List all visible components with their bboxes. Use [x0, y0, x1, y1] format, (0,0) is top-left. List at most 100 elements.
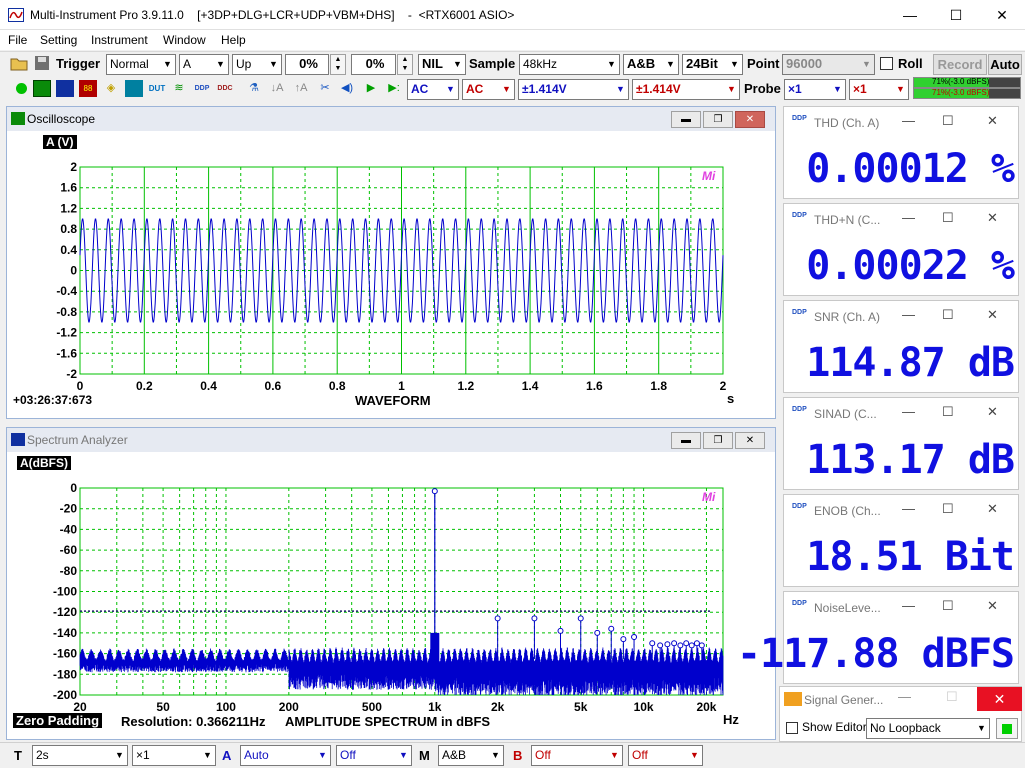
- text-a-icon[interactable]: ↓A: [268, 80, 286, 97]
- close-button[interactable]: ✕: [979, 0, 1025, 30]
- oscilloscope-icon[interactable]: [33, 80, 51, 97]
- time-multiplier-select[interactable]: ×1 ▼: [132, 745, 216, 766]
- menu-window[interactable]: Window: [163, 33, 206, 47]
- range-b-select[interactable]: ±1.414V ▼: [632, 79, 740, 100]
- meter-minimize-button[interactable]: —: [902, 210, 915, 225]
- menu-file[interactable]: File: [8, 33, 27, 47]
- minimize-button[interactable]: —: [887, 0, 933, 30]
- coupling-a-select[interactable]: AC ▼: [407, 79, 459, 100]
- meter-close-button[interactable]: ✕: [987, 598, 998, 614]
- auto-button[interactable]: Auto: [988, 54, 1022, 75]
- trigger-channel-select[interactable]: A ▼: [179, 54, 229, 75]
- meter-close-button[interactable]: ✕: [987, 501, 998, 517]
- maximize-button[interactable]: ☐: [933, 0, 979, 30]
- channels-select[interactable]: A&B ▼: [623, 54, 679, 75]
- channel-a-scale-select[interactable]: Auto ▼: [240, 745, 331, 766]
- meter-value: 18.51 Bit: [806, 534, 1015, 580]
- trigger-level-field[interactable]: 0%: [285, 54, 329, 75]
- play-icon[interactable]: ▶: [362, 80, 380, 97]
- meter-maximize-button[interactable]: ☐: [942, 501, 954, 517]
- spectrum-x-tick-label: 500: [362, 700, 382, 714]
- meter-close-button[interactable]: ✕: [987, 404, 998, 420]
- scope-y-tick-label: 0: [70, 264, 77, 278]
- bit-depth-select[interactable]: 24Bit ▼: [682, 54, 743, 75]
- meter-maximize-button[interactable]: ☐: [942, 307, 954, 323]
- siggen-close-button[interactable]: ✕: [977, 687, 1022, 711]
- run-indicator-icon[interactable]: [12, 80, 30, 97]
- signal-generator-icon[interactable]: ≋: [170, 80, 188, 97]
- meter-close-button[interactable]: ✕: [987, 113, 998, 129]
- meter-minimize-button[interactable]: —: [902, 598, 915, 613]
- probe-tool-icon[interactable]: ✂: [316, 80, 334, 97]
- channel-a-label: A: [222, 748, 232, 763]
- spectrum-window: Spectrum Analyzer ▬ ❐ ✕ 0 -20 -40 -60 -80 -10…: [6, 427, 776, 740]
- points-select[interactable]: 96000 ▼: [782, 54, 875, 75]
- trigger-delay-field[interactable]: 0%: [351, 54, 396, 75]
- speaker-icon[interactable]: ◀): [338, 80, 356, 97]
- meter-1: DDP THD+N (C... — ☐ ✕ 0.00022 %: [783, 203, 1019, 296]
- save-icon[interactable]: [34, 55, 50, 71]
- trigger-delay-spinner[interactable]: ▲ ▼: [397, 54, 413, 75]
- spectrum-chart[interactable]: 0-20-40-60-80-100-120-140-160-180-20020 5…: [7, 428, 777, 741]
- channel-b-scale-select[interactable]: Off ▼: [531, 745, 623, 766]
- lab-flask-icon[interactable]: ⚗: [245, 80, 263, 97]
- menu-instrument[interactable]: Instrument: [91, 33, 148, 47]
- dut-icon[interactable]: DUT: [148, 80, 166, 97]
- ddp-icon[interactable]: DDP: [193, 80, 211, 97]
- meter-maximize-button[interactable]: ☐: [942, 210, 954, 226]
- text-a-up-icon[interactable]: ↑A: [292, 80, 310, 97]
- spectrum-y-tick-label: -80: [60, 564, 78, 578]
- siggen-minimize-button[interactable]: —: [898, 689, 911, 704]
- scope-y-tick-label: -1.2: [56, 326, 77, 340]
- multimeter-icon[interactable]: 88: [79, 80, 97, 97]
- record-button[interactable]: Record: [933, 54, 987, 75]
- channel-a-offset-select[interactable]: Off ▼: [336, 745, 412, 766]
- scope-x-tick-label: 0: [77, 379, 84, 393]
- trigger-edge-select[interactable]: Up ▼: [232, 54, 282, 75]
- meter-minimize-button[interactable]: —: [902, 307, 915, 322]
- siggen-run-button[interactable]: [996, 718, 1018, 739]
- meter-maximize-button[interactable]: ☐: [942, 598, 954, 614]
- math-mode-select[interactable]: A&B ▼: [438, 745, 504, 766]
- loopback-select[interactable]: No Loopback ▼: [866, 718, 990, 739]
- meter-value: 0.00022 %: [806, 243, 1015, 289]
- phase-icon[interactable]: ◈: [102, 80, 120, 97]
- roll-checkbox[interactable]: [880, 57, 893, 70]
- open-folder-icon[interactable]: [10, 55, 28, 71]
- spectrum-x-tick-label: 20: [73, 700, 87, 714]
- ddc-icon[interactable]: DDC: [216, 80, 234, 97]
- probe-b-select[interactable]: ×1 ▼: [849, 79, 909, 100]
- spectrum-x-tick-label: 2k: [491, 700, 505, 714]
- play-once-icon[interactable]: ▶:: [385, 80, 403, 97]
- meter-close-button[interactable]: ✕: [987, 210, 998, 226]
- nil-select[interactable]: NIL ▼: [418, 54, 466, 75]
- meter-maximize-button[interactable]: ☐: [942, 404, 954, 420]
- meter-minimize-button[interactable]: —: [902, 501, 915, 516]
- menu-setting[interactable]: Setting: [40, 33, 77, 47]
- timebase-label: T: [14, 748, 22, 763]
- probe-a-select[interactable]: ×1 ▼: [784, 79, 846, 100]
- trigger-mode-select[interactable]: Normal ▼: [106, 54, 176, 75]
- siggen-maximize-button[interactable]: ☐: [946, 689, 958, 705]
- meter-maximize-button[interactable]: ☐: [942, 113, 954, 129]
- meter-title: NoiseLeve...: [814, 601, 881, 615]
- spectrum-unit-label: A(dBFS): [17, 456, 71, 470]
- spectrum-fundamental-marker: [431, 488, 438, 495]
- oscilloscope-chart[interactable]: 21.61.20.80.40-0.4-0.8-1.2-1.6-20 0.2 0.4 0…: [7, 107, 777, 420]
- menu-help[interactable]: Help: [221, 33, 246, 47]
- timebase-select[interactable]: 2s ▼: [32, 745, 128, 766]
- point-label: Point: [747, 56, 780, 71]
- meter-minimize-button[interactable]: —: [902, 404, 915, 419]
- scope-x-tick-label: 1.8: [650, 379, 667, 393]
- channel-b-offset-select[interactable]: Off ▼: [628, 745, 703, 766]
- coupling-b-select[interactable]: AC ▼: [462, 79, 515, 100]
- meter-minimize-button[interactable]: —: [902, 113, 915, 128]
- meter-close-button[interactable]: ✕: [987, 307, 998, 323]
- trigger-level-spinner[interactable]: ▲ ▼: [330, 54, 346, 75]
- sample-rate-select[interactable]: 48kHz ▼: [519, 54, 620, 75]
- range-a-select[interactable]: ±1.414V ▼: [518, 79, 629, 100]
- ddp-icon: DDP: [792, 600, 807, 607]
- spectrum-analyzer-icon[interactable]: [56, 80, 74, 97]
- spectrogram-icon[interactable]: [125, 80, 143, 97]
- show-editor-checkbox[interactable]: [786, 722, 798, 734]
